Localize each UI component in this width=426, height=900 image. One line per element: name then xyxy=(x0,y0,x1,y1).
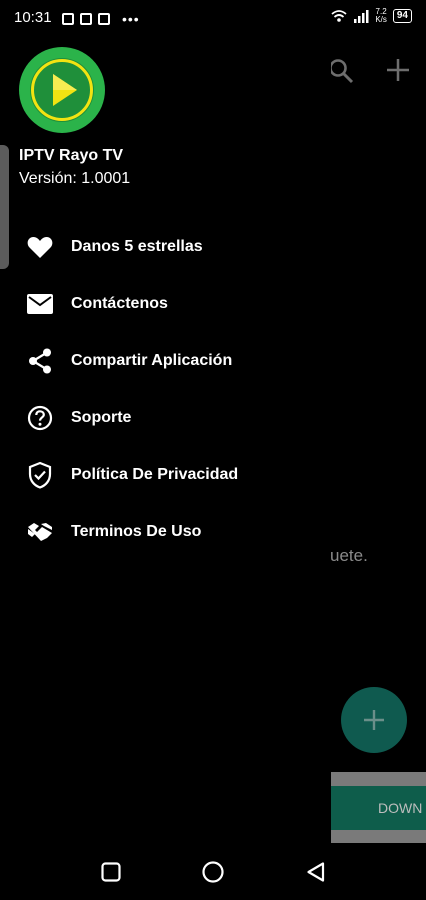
system-status: 7.2 K/s 94 xyxy=(331,8,412,24)
app-version: Versión: 1.0001 xyxy=(19,170,131,187)
network-speed: 7.2 K/s xyxy=(375,8,387,24)
drawer-edge-handle[interactable] xyxy=(0,145,9,269)
search-icon[interactable] xyxy=(328,58,354,84)
heart-icon xyxy=(27,234,53,260)
handshake-icon xyxy=(27,519,53,545)
download-banner: DOWN xyxy=(331,772,426,843)
menu-item-terms[interactable]: Terminos De Uso xyxy=(0,503,331,560)
drawer-menu: Danos 5 estrellas Contáctenos Compartir … xyxy=(0,218,331,560)
battery-indicator: 94 xyxy=(392,9,412,23)
menu-label: Compartir Aplicación xyxy=(71,351,233,369)
plus-icon xyxy=(364,710,384,730)
navigation-drawer: IPTV Rayo TV Versión: 1.0001 Danos 5 est… xyxy=(0,0,331,845)
wifi-icon xyxy=(331,10,347,22)
back-icon[interactable] xyxy=(304,860,328,884)
notification-icons: ••• xyxy=(62,11,140,27)
shield-check-icon xyxy=(27,461,53,489)
signal-icon xyxy=(354,10,369,23)
notification-icon xyxy=(62,13,74,25)
recents-icon[interactable] xyxy=(99,860,123,884)
help-circle-icon xyxy=(27,405,53,431)
menu-item-share[interactable]: Compartir Aplicación xyxy=(0,332,331,389)
play-logo-icon xyxy=(20,48,104,132)
app-logo xyxy=(19,47,105,133)
download-button[interactable]: DOWN xyxy=(331,786,426,830)
menu-item-contact[interactable]: Contáctenos xyxy=(0,275,331,332)
add-icon[interactable] xyxy=(384,56,412,84)
home-icon[interactable] xyxy=(201,860,225,884)
menu-label: Terminos De Uso xyxy=(71,522,202,540)
menu-label: Soporte xyxy=(71,408,132,426)
menu-label: Contáctenos xyxy=(71,294,168,312)
add-fab-button[interactable] xyxy=(341,687,407,753)
status-time: 10:31 xyxy=(14,9,52,26)
empty-state-text: uete. xyxy=(330,546,368,565)
status-bar: 10:31 ••• 7.2 K/s 94 xyxy=(0,0,426,36)
menu-label: Danos 5 estrellas xyxy=(71,237,203,255)
menu-label: Política De Privacidad xyxy=(71,465,239,483)
share-icon xyxy=(27,348,53,374)
notification-icon xyxy=(98,13,110,25)
envelope-icon xyxy=(27,291,53,317)
app-name: IPTV Rayo TV xyxy=(19,147,124,164)
system-nav-bar xyxy=(0,845,426,900)
speed-unit: K/s xyxy=(375,15,387,24)
menu-item-rate[interactable]: Danos 5 estrellas xyxy=(0,218,331,275)
notification-icon xyxy=(80,13,92,25)
more-notifications-icon: ••• xyxy=(122,11,140,27)
menu-item-support[interactable]: Soporte xyxy=(0,389,331,446)
menu-item-privacy[interactable]: Política De Privacidad xyxy=(0,446,331,503)
